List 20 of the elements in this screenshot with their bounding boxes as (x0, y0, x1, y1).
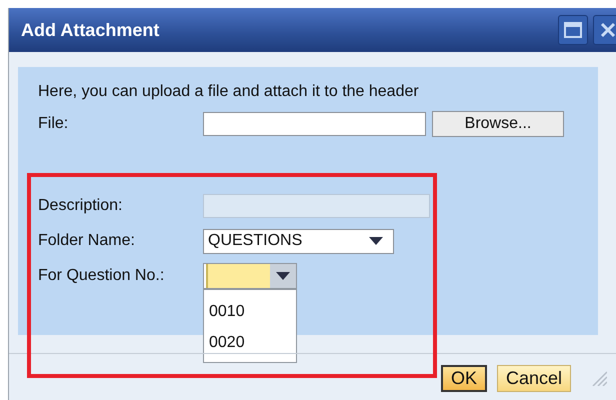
browse-button[interactable]: Browse... (432, 111, 564, 137)
dropdown-option[interactable]: 0010 (204, 296, 296, 327)
intro-text: Here, you can upload a file and attach it to the header (38, 83, 420, 101)
field-label: File: (38, 115, 70, 133)
close-button[interactable] (593, 15, 616, 45)
ok-button[interactable]: OK (441, 365, 488, 392)
cancel-button[interactable]: Cancel (497, 365, 572, 392)
field-label: Folder Name: (38, 232, 136, 250)
caret-down-icon (369, 237, 383, 245)
resize-grip-icon (591, 370, 607, 386)
dropdown-option[interactable]: 0020 (204, 327, 296, 358)
field-label: For Question No.: (38, 267, 166, 285)
maximize-icon (564, 22, 582, 38)
close-icon (600, 22, 616, 38)
field-label: Description: (38, 197, 124, 215)
folder-dropdown[interactable]: QUESTIONS (203, 228, 394, 254)
caret-down-icon (276, 272, 290, 280)
maximize-button[interactable] (558, 15, 588, 45)
file-input[interactable] (203, 112, 426, 136)
window-title: Add Attachment (21, 20, 160, 40)
